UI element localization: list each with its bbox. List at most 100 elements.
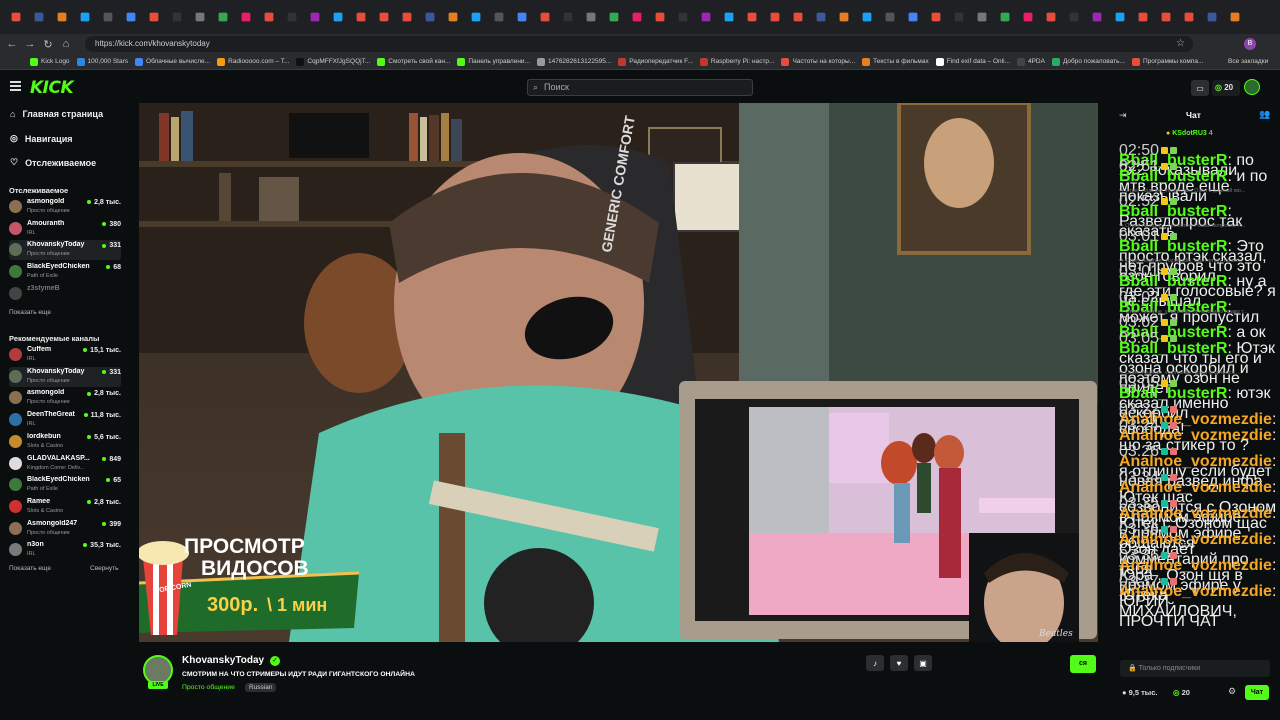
bookmark-item[interactable]: Программы компа... (1131, 57, 1203, 66)
bookmark-item[interactable]: Тексты в фильмах (862, 57, 929, 66)
forward-icon[interactable]: → (21, 38, 39, 50)
send-chat-button[interactable]: Чат (1245, 685, 1269, 700)
bookmark-item[interactable]: Смотреть свой кан... (377, 57, 450, 66)
collapse-chat-icon[interactable]: ⇥ (1119, 110, 1127, 121)
browser-tab[interactable] (1138, 12, 1148, 22)
browser-tab[interactable] (264, 12, 274, 22)
browser-tab[interactable] (34, 12, 44, 22)
bookmark-item[interactable]: Добро пожаловать... (1051, 57, 1125, 66)
bookmark-item[interactable]: Kick Logo (30, 57, 70, 66)
browser-tab[interactable] (747, 12, 757, 22)
browser-tab[interactable] (149, 12, 159, 22)
sidebar-channel[interactable]: KhovanskyToday Просто общение 331 (9, 366, 121, 387)
browser-tab[interactable] (241, 12, 251, 22)
browser-tab[interactable] (356, 12, 366, 22)
browser-tab[interactable] (287, 12, 297, 22)
sidebar-channel[interactable]: Cuffem IRL 15,1 тыс. (9, 345, 121, 365)
browser-tab[interactable] (839, 12, 849, 22)
sidebar-channel[interactable]: DeenTheGreat IRL 11,8 тыс. (9, 410, 121, 430)
bookmark-item[interactable]: Радиопередатчик F... (618, 57, 693, 66)
browser-tab[interactable] (540, 12, 550, 22)
browser-tab[interactable] (195, 12, 205, 22)
all-bookmarks[interactable]: Все закладки (1228, 58, 1268, 65)
browser-tab[interactable] (1069, 12, 1079, 22)
browser-tab[interactable] (1115, 12, 1125, 22)
browser-tab[interactable] (1230, 12, 1240, 22)
bookmark-item[interactable]: Raspberry Pi: настр... (699, 57, 774, 66)
sidebar-channel[interactable]: lordkebun Slots & Casino 5,6 тыс. (9, 432, 121, 452)
browser-tab[interactable] (448, 12, 458, 22)
browser-tab[interactable] (862, 12, 872, 22)
sidebar-nav-item[interactable]: ⌂ Главная страница (10, 109, 103, 119)
browser-tab[interactable] (471, 12, 481, 22)
browser-tab[interactable] (402, 12, 412, 22)
subscribe-button[interactable]: ся (1070, 655, 1096, 673)
browser-tab[interactable] (816, 12, 826, 22)
browser-tab[interactable] (586, 12, 596, 22)
chat-input[interactable]: 🔒 Только подписчики (1120, 660, 1270, 677)
sidebar-channel[interactable]: Asmongold247 Просто общение 399 (9, 519, 121, 539)
browser-tab[interactable] (701, 12, 711, 22)
browser-tab[interactable] (218, 12, 228, 22)
bookmark-item[interactable]: Панель управлени... (457, 57, 530, 66)
chat-points[interactable]: ◎ 20 (1173, 688, 1190, 697)
star-icon[interactable]: ☆ (1176, 38, 1185, 49)
browser-tab[interactable] (57, 12, 67, 22)
browser-tab[interactable] (1207, 12, 1217, 22)
browser-tab[interactable] (977, 12, 987, 22)
sidebar-channel[interactable]: Ramee Slots & Casino 2,8 тыс. (9, 497, 121, 517)
sidebar-channel[interactable]: KhovanskyToday Просто общение 331 (9, 240, 121, 261)
heart-icon[interactable]: ♥ (890, 655, 908, 671)
browser-tab[interactable] (80, 12, 90, 22)
browser-tab[interactable] (310, 12, 320, 22)
browser-tab[interactable] (425, 12, 435, 22)
browser-tab[interactable] (655, 12, 665, 22)
browser-tab[interactable] (1161, 12, 1171, 22)
points-counter[interactable]: ◎ 20 (1212, 80, 1240, 96)
search-input[interactable]: ⌕ Поиск (527, 79, 753, 96)
sidebar-channel[interactable]: Amouranth IRL 380 (9, 219, 121, 239)
browser-tab[interactable] (1000, 12, 1010, 22)
bookmark-item[interactable]: Radiooooo.com – T... (217, 57, 289, 66)
browser-tab[interactable] (172, 12, 182, 22)
bookmark-item[interactable]: 4PDA (1016, 57, 1045, 66)
bookmark-item[interactable]: Облачные вычисле... (135, 57, 210, 66)
bookmark-item[interactable]: CqpMFFXfJgSQQjT... (296, 57, 370, 66)
language-tag[interactable]: Russian (245, 683, 277, 692)
bell-icon[interactable]: ♪ (866, 655, 884, 671)
bookmark-item[interactable]: 100,000 Stars (76, 57, 128, 66)
sidebar-nav-item[interactable]: ◎ Навигация (10, 133, 73, 144)
kick-logo[interactable]: KICK (30, 78, 74, 98)
browser-tab[interactable] (954, 12, 964, 22)
bookmark-item[interactable]: 1476282613122595... (536, 57, 611, 66)
sidebar-channel[interactable]: BlackEyedChicken Path of Exile 68 (9, 262, 121, 282)
sidebar-channel[interactable]: n3on IRL 35,3 тыс. (9, 540, 121, 560)
bookmark-item[interactable]: Частоты на которы... (781, 57, 855, 66)
sidebar-channel[interactable]: BlackEyedChicken Path of Exile 65 (9, 475, 121, 495)
bookmark-item[interactable]: Find exif data – Onli... (935, 57, 1010, 66)
browser-tab[interactable] (517, 12, 527, 22)
profile-avatar[interactable]: В (1244, 38, 1256, 50)
menu-icon[interactable] (10, 81, 21, 91)
back-icon[interactable]: ← (3, 38, 21, 50)
browser-tab[interactable] (678, 12, 688, 22)
browser-tab[interactable] (103, 12, 113, 22)
gift-icon[interactable]: ▣ (914, 655, 932, 671)
browser-tab[interactable] (11, 12, 21, 22)
browser-tab[interactable] (885, 12, 895, 22)
channel-name[interactable]: KhovanskyToday (182, 655, 264, 666)
browser-tab[interactable] (1046, 12, 1056, 22)
browser-tab[interactable] (609, 12, 619, 22)
settings-icon[interactable]: ⚙ (1228, 686, 1236, 697)
browser-tab[interactable] (1023, 12, 1033, 22)
reload-icon[interactable]: ↻ (39, 38, 57, 51)
user-avatar[interactable] (1244, 79, 1260, 95)
browser-tab[interactable] (379, 12, 389, 22)
video-player[interactable]: Beatles GENERIC COMFORT POP CORN ПРОСМОТ… (139, 103, 1098, 642)
browser-tab[interactable] (931, 12, 941, 22)
browser-tab[interactable] (1092, 12, 1102, 22)
pinned-user[interactable]: ● KSdotRU3 4 (1166, 130, 1213, 137)
show-more-link[interactable]: Показать еще (9, 565, 51, 572)
browser-tab[interactable] (563, 12, 573, 22)
users-icon[interactable]: 👥 (1259, 109, 1270, 120)
